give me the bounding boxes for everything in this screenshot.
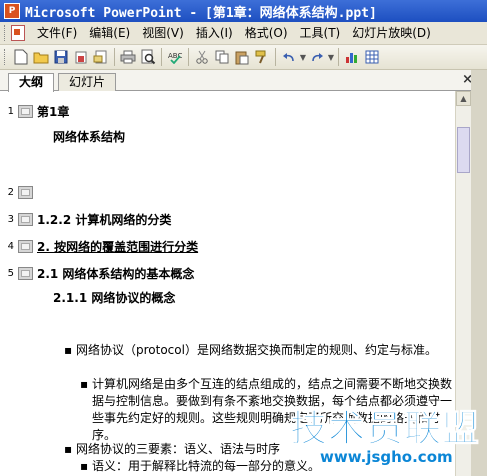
slide-number: 3 bbox=[7, 214, 14, 225]
outline-slide-2[interactable]: 2 bbox=[0, 185, 37, 201]
bullet-icon: ▪ bbox=[64, 442, 73, 456]
copy-icon[interactable] bbox=[213, 48, 231, 66]
menu-slideshow[interactable]: 幻灯片放映(D) bbox=[346, 23, 437, 43]
toolbar-separator bbox=[338, 48, 339, 66]
undo-dropdown-icon[interactable]: ▼ bbox=[299, 53, 307, 62]
cut-icon[interactable] bbox=[193, 48, 211, 66]
toolbar-separator bbox=[275, 48, 276, 66]
paste-icon[interactable] bbox=[233, 48, 251, 66]
slide-title[interactable]: 2. 按网络的覆盖范围进行分类 bbox=[37, 239, 198, 255]
scroll-up-icon[interactable]: ▲ bbox=[456, 91, 471, 106]
menu-insert[interactable]: 插入(I) bbox=[190, 23, 239, 43]
slide-title[interactable]: 第1章 bbox=[37, 104, 69, 120]
slide-icon[interactable] bbox=[18, 186, 33, 199]
toolbar-separator bbox=[161, 48, 162, 66]
save-icon[interactable] bbox=[52, 48, 70, 66]
slide-number: 1 bbox=[7, 106, 14, 117]
watermark-text: 技术员联盟 bbox=[290, 407, 480, 451]
powerpoint-app-icon[interactable]: P bbox=[4, 3, 20, 19]
print-icon[interactable] bbox=[119, 48, 137, 66]
slide-subtitle[interactable]: 2.1.1 网络协议的概念 bbox=[53, 289, 175, 306]
outline-slide-4[interactable]: 4 2. 按网络的覆盖范围进行分类 bbox=[0, 239, 198, 255]
slide-title[interactable]: 2.1 网络体系结构的基本概念 bbox=[37, 266, 194, 282]
bullet-icon: ▪ bbox=[80, 459, 89, 473]
title-bar: P Microsoft PowerPoint - [第1章：网络体系结构.ppt… bbox=[0, 0, 487, 22]
email-icon[interactable] bbox=[92, 48, 110, 66]
toolbar-separator bbox=[188, 48, 189, 66]
format-painter-icon[interactable] bbox=[253, 48, 271, 66]
open-icon[interactable] bbox=[32, 48, 50, 66]
menu-view[interactable]: 视图(V) bbox=[136, 23, 190, 43]
spelling-icon[interactable]: ABC bbox=[166, 48, 184, 66]
window-title: Microsoft PowerPoint - [第1章：网络体系结构.ppt] bbox=[25, 5, 377, 21]
menu-bar: 文件(F) 编辑(E) 视图(V) 插入(I) 格式(O) 工具(T) 幻灯片放… bbox=[0, 22, 487, 45]
menu-format[interactable]: 格式(O) bbox=[239, 23, 294, 43]
bullet-icon: ▪ bbox=[80, 377, 89, 391]
toolbar-grip-handle[interactable] bbox=[4, 49, 8, 65]
scrollbar-thumb[interactable] bbox=[457, 127, 470, 173]
menubar-grip-handle[interactable] bbox=[4, 25, 8, 41]
bullet-icon: ▪ bbox=[64, 343, 73, 357]
outline-slide-5[interactable]: 5 2.1 网络体系结构的基本概念 bbox=[0, 266, 194, 282]
undo-icon[interactable] bbox=[280, 48, 298, 66]
slide-icon[interactable] bbox=[18, 267, 33, 280]
print-preview-icon[interactable] bbox=[139, 48, 157, 66]
slide-number: 2 bbox=[7, 187, 14, 198]
new-icon[interactable] bbox=[12, 48, 30, 66]
slide-icon[interactable] bbox=[18, 213, 33, 226]
slide-icon[interactable] bbox=[18, 105, 33, 118]
slide-number: 5 bbox=[7, 268, 14, 279]
menu-file[interactable]: 文件(F) bbox=[31, 23, 83, 43]
svg-text:ABC: ABC bbox=[168, 52, 182, 60]
watermark-logo: 技术员联盟 www.jsgho.com bbox=[290, 398, 480, 476]
slide-subtitle[interactable]: 网络体系结构 bbox=[53, 128, 125, 145]
document-icon[interactable] bbox=[11, 25, 25, 41]
outline-bullet[interactable]: ▪ 网络协议（protocol）是网络数据交换而制定的规则、约定与标准。 bbox=[64, 342, 454, 359]
outline-slide-3[interactable]: 3 1.2.2 计算机网络的分类 bbox=[0, 212, 171, 228]
redo-icon[interactable] bbox=[308, 48, 326, 66]
permission-icon[interactable] bbox=[72, 48, 90, 66]
outline-slide-1[interactable]: 1 第1章 bbox=[0, 104, 69, 120]
tab-slides[interactable]: 幻灯片 bbox=[58, 73, 117, 91]
menu-edit[interactable]: 编辑(E) bbox=[83, 23, 136, 43]
menu-tools[interactable]: 工具(T) bbox=[294, 23, 347, 43]
redo-dropdown-icon[interactable]: ▼ bbox=[327, 53, 335, 62]
table-icon[interactable] bbox=[363, 48, 381, 66]
watermark-url: www.jsgho.com bbox=[320, 448, 453, 466]
slide-number: 4 bbox=[7, 241, 14, 252]
slide-title[interactable]: 1.2.2 计算机网络的分类 bbox=[37, 212, 171, 228]
standard-toolbar: ABC ▼ ▼ bbox=[0, 45, 487, 70]
slide-icon[interactable] bbox=[18, 240, 33, 253]
tab-outline[interactable]: 大纲 bbox=[8, 73, 55, 92]
outline-pane-tabs: 大纲 幻灯片 × bbox=[0, 70, 487, 92]
toolbar-separator bbox=[114, 48, 115, 66]
chart-icon[interactable] bbox=[343, 48, 361, 66]
